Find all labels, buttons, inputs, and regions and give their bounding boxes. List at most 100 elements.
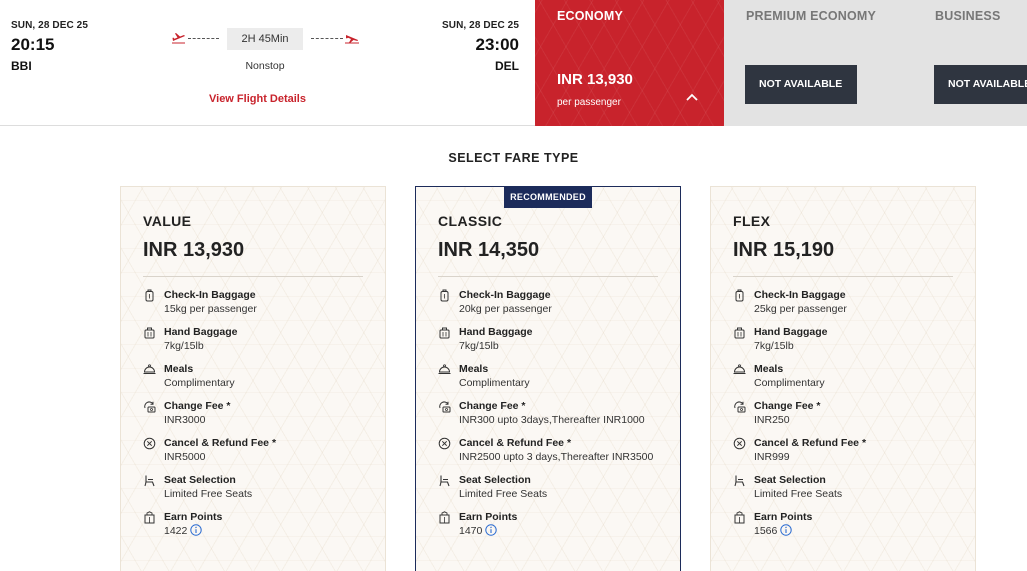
route-line-left bbox=[188, 38, 219, 39]
feature-value: INR5000 bbox=[164, 451, 206, 463]
premium-economy-title: PREMIUM ECONOMY bbox=[746, 9, 877, 23]
bag-icon bbox=[735, 289, 744, 302]
fare-feature: Change Fee * INR250 bbox=[733, 399, 961, 428]
points-row: 1470 bbox=[459, 524, 666, 538]
info-icon[interactable] bbox=[780, 524, 793, 536]
fare-name-value: VALUE bbox=[143, 213, 192, 229]
flight-summary: SUN, 28 DEC 25 20:15 BBI 2H 45Min Nonsto… bbox=[0, 0, 535, 126]
fare-card-classic[interactable]: RECOMMENDED CLASSIC INR 14,350 Check-In Bag… bbox=[415, 186, 681, 571]
takeoff-icon bbox=[172, 33, 185, 44]
hand-bag-icon bbox=[734, 327, 745, 339]
seat-icon bbox=[144, 475, 155, 487]
economy-price: INR 13,930 bbox=[557, 71, 633, 88]
fare-features-list: Check-In Baggage 25kg per passenger Hand B… bbox=[733, 288, 961, 547]
premium-economy-class-tab: PREMIUM ECONOMY NOT AVAILABLE bbox=[724, 0, 913, 126]
landing-icon bbox=[345, 35, 359, 44]
chevron-up-icon[interactable] bbox=[685, 92, 699, 102]
fare-price-classic: INR 14,350 bbox=[438, 239, 540, 261]
departure-time: 20:15 bbox=[11, 35, 55, 54]
feature-label: Meals bbox=[164, 363, 194, 375]
business-title: BUSINESS bbox=[935, 9, 1001, 23]
feature-label: Seat Selection bbox=[459, 474, 531, 486]
economy-title: ECONOMY bbox=[557, 9, 623, 23]
fare-feature: Change Fee * INR300 upto 3days,Thereafter… bbox=[438, 399, 666, 428]
feature-value: Limited Free Seats bbox=[164, 488, 253, 500]
fare-card-flex[interactable]: FLEX INR 15,190 Check-In Baggage 25kg per p… bbox=[710, 186, 976, 571]
feature-value: 7kg/15lb bbox=[459, 340, 499, 352]
feature-value: 25kg per passenger bbox=[754, 303, 847, 315]
seat-icon bbox=[439, 475, 450, 487]
fare-feature: Earn Points 1422 bbox=[143, 510, 371, 539]
fare-feature: Hand Baggage 7kg/15lb bbox=[438, 325, 666, 354]
departure-airport: BBI bbox=[11, 59, 32, 73]
feature-label: Earn Points bbox=[459, 511, 518, 523]
fare-feature: Seat Selection Limited Free Seats bbox=[733, 473, 961, 502]
hand-bag-icon bbox=[144, 327, 155, 339]
fare-feature: Seat Selection Limited Free Seats bbox=[143, 473, 371, 502]
fare-feature: Earn Points 1566 bbox=[733, 510, 961, 539]
feature-label: Seat Selection bbox=[164, 474, 236, 486]
bag-icon bbox=[145, 289, 154, 302]
change-fee-icon bbox=[439, 401, 451, 413]
business-class-tab: BUSINESS NOT AVAILABLE bbox=[913, 0, 1027, 126]
feature-value: Limited Free Seats bbox=[459, 488, 548, 500]
hand-bag-icon bbox=[439, 327, 450, 339]
points-row: 1422 bbox=[164, 524, 371, 538]
fare-feature: Check-In Baggage 15kg per passenger bbox=[143, 288, 371, 317]
feature-value: Complimentary bbox=[459, 377, 530, 389]
feature-label: Check-In Baggage bbox=[164, 289, 256, 301]
fare-feature: Check-In Baggage 25kg per passenger bbox=[733, 288, 961, 317]
points-icon bbox=[144, 511, 155, 524]
feature-value: 1566 bbox=[754, 525, 778, 537]
fare-card-value[interactable]: VALUE INR 13,930 Check-In Baggage 15kg per … bbox=[120, 186, 386, 571]
fare-feature: Hand Baggage 7kg/15lb bbox=[143, 325, 371, 354]
fare-feature: Meals Complimentary bbox=[438, 362, 666, 391]
fare-feature: Seat Selection Limited Free Seats bbox=[438, 473, 666, 502]
feature-value: Limited Free Seats bbox=[754, 488, 843, 500]
flight-stops: Nonstop bbox=[245, 60, 285, 72]
feature-label: Check-In Baggage bbox=[459, 289, 551, 301]
fare-feature: Check-In Baggage 20kg per passenger bbox=[438, 288, 666, 317]
cancel-icon bbox=[733, 437, 746, 450]
feature-value: INR300 upto 3days,Thereafter INR1000 bbox=[459, 414, 645, 426]
change-fee-icon bbox=[734, 401, 746, 413]
view-flight-details-link[interactable]: View Flight Details bbox=[209, 93, 306, 105]
fare-feature: Cancel & Refund Fee * INR999 bbox=[733, 436, 961, 465]
feature-value: 15kg per passenger bbox=[164, 303, 257, 315]
feature-value: 7kg/15lb bbox=[754, 340, 794, 352]
premium-not-available-button[interactable]: NOT AVAILABLE bbox=[745, 65, 857, 104]
feature-value: 1470 bbox=[459, 525, 483, 537]
feature-label: Check-In Baggage bbox=[754, 289, 846, 301]
feature-label: Change Fee * bbox=[164, 400, 231, 412]
fare-feature: Meals Complimentary bbox=[143, 362, 371, 391]
info-icon[interactable] bbox=[485, 524, 498, 536]
fare-features-list: Check-In Baggage 20kg per passenger Hand B… bbox=[438, 288, 666, 547]
feature-value: INR3000 bbox=[164, 414, 206, 426]
meal-icon bbox=[143, 364, 156, 374]
divider bbox=[143, 276, 363, 277]
business-not-available-button[interactable]: NOT AVAILABLE bbox=[934, 65, 1027, 104]
feature-value: 1422 bbox=[164, 525, 188, 537]
bag-icon bbox=[440, 289, 449, 302]
route-line-right bbox=[311, 38, 343, 39]
feature-value: 7kg/15lb bbox=[164, 340, 204, 352]
feature-value: 20kg per passenger bbox=[459, 303, 552, 315]
feature-label: Meals bbox=[459, 363, 489, 375]
feature-value: INR250 bbox=[754, 414, 790, 426]
arrival-airport: DEL bbox=[495, 59, 519, 73]
departure-date: SUN, 28 DEC 25 bbox=[11, 20, 88, 31]
flight-duration: 2H 45Min bbox=[227, 28, 303, 50]
economy-price-note: per passenger bbox=[557, 97, 621, 108]
fare-name-flex: FLEX bbox=[733, 213, 771, 229]
cancel-icon bbox=[143, 437, 156, 450]
fare-feature: Cancel & Refund Fee * INR5000 bbox=[143, 436, 371, 465]
fare-feature: Change Fee * INR3000 bbox=[143, 399, 371, 428]
feature-label: Hand Baggage bbox=[754, 326, 828, 338]
feature-label: Change Fee * bbox=[459, 400, 526, 412]
info-icon[interactable] bbox=[190, 524, 203, 536]
feature-label: Cancel & Refund Fee * bbox=[754, 437, 867, 449]
feature-value: INR2500 upto 3 days,Thereafter INR3500 bbox=[459, 451, 654, 463]
economy-class-tab[interactable]: ECONOMY INR 13,930 per passenger bbox=[535, 0, 724, 126]
points-icon bbox=[734, 511, 745, 524]
feature-label: Cancel & Refund Fee * bbox=[459, 437, 572, 449]
